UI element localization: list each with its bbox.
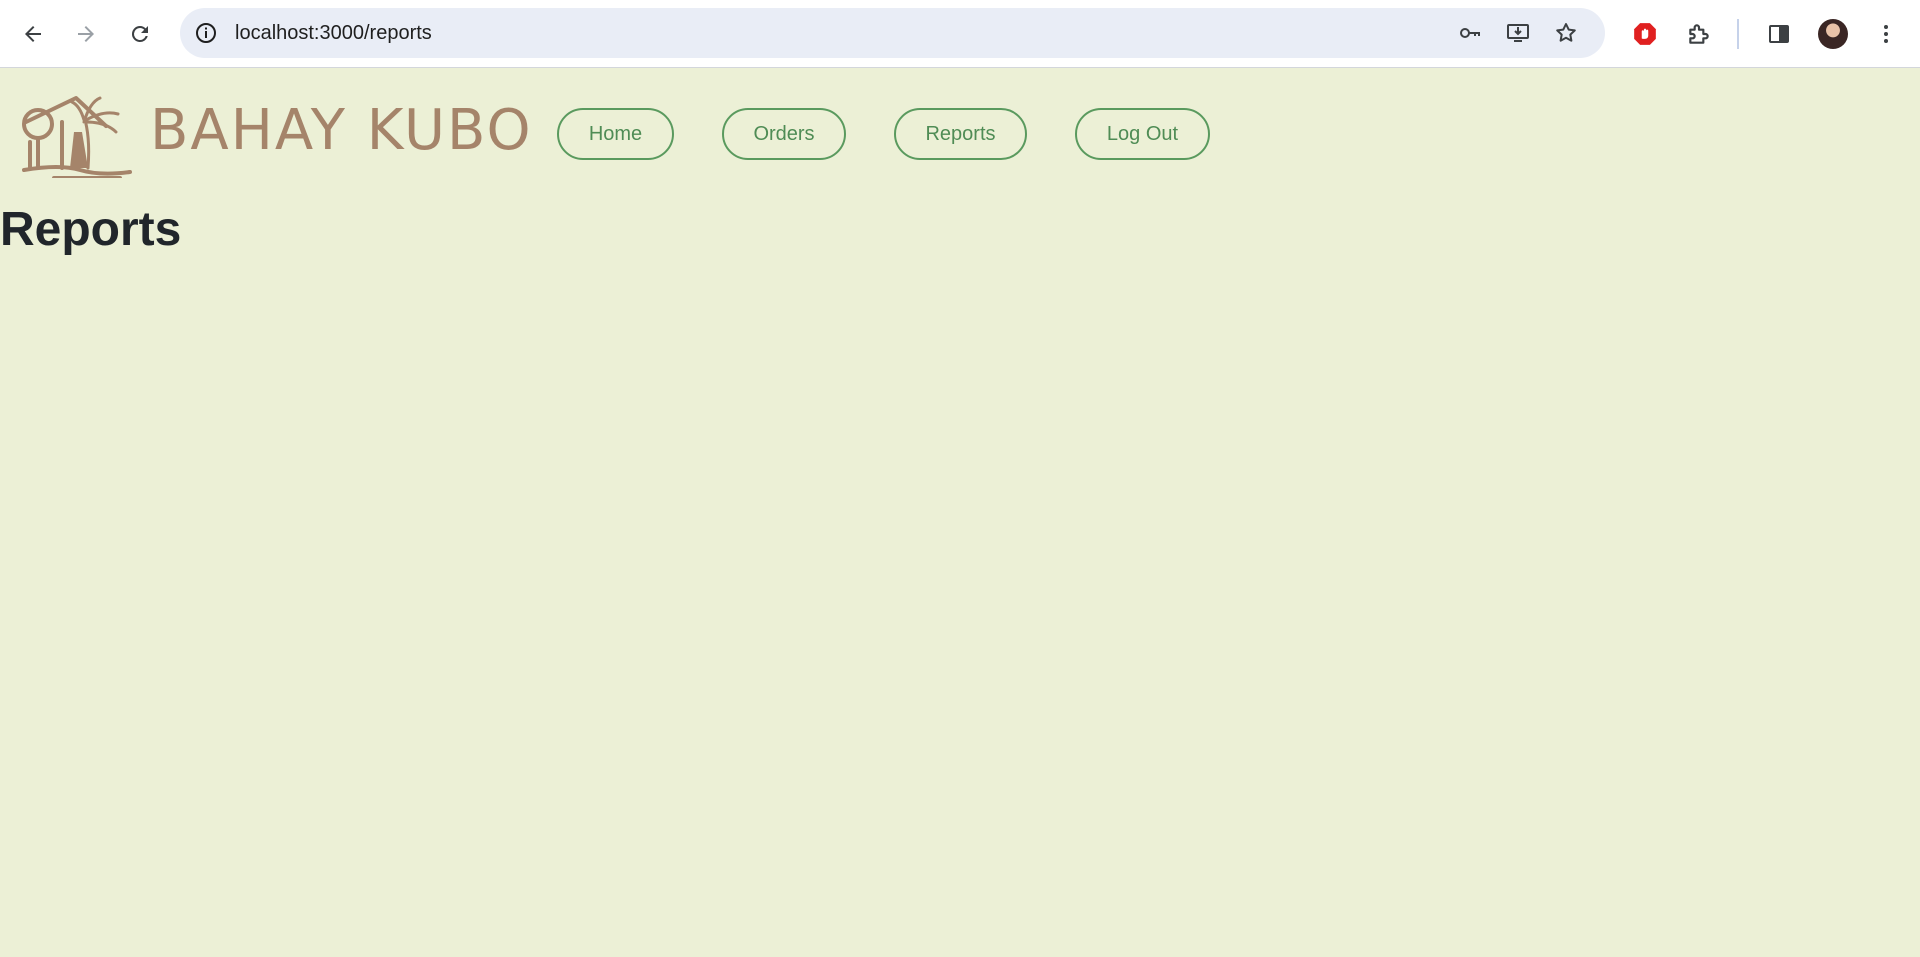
profile-avatar[interactable] xyxy=(1818,19,1848,49)
url-text[interactable]: localhost:3000/reports xyxy=(235,8,432,58)
password-key-icon[interactable] xyxy=(1458,21,1482,45)
bahay-kubo-logo-icon[interactable] xyxy=(20,92,135,178)
side-panel-icon xyxy=(1769,25,1789,43)
extensions-button[interactable] xyxy=(1685,20,1713,48)
side-panel-button[interactable] xyxy=(1765,20,1793,48)
menu-icon xyxy=(1884,25,1888,43)
browser-menu-button[interactable] xyxy=(1872,20,1900,48)
nav-reports-button[interactable]: Reports xyxy=(894,108,1027,160)
nav-logout-button[interactable]: Log Out xyxy=(1075,108,1210,160)
nav-orders-button[interactable]: Orders xyxy=(722,108,846,160)
adblock-extension-button[interactable] xyxy=(1631,20,1659,48)
adblock-icon xyxy=(1634,23,1656,45)
back-icon xyxy=(25,26,41,42)
back-button[interactable] xyxy=(13,14,53,54)
toolbar-divider xyxy=(1737,19,1739,49)
bookmark-star-icon[interactable] xyxy=(1554,21,1578,45)
browser-toolbar: localhost:3000/reports xyxy=(0,0,1920,68)
install-app-icon[interactable] xyxy=(1506,21,1530,45)
forward-icon xyxy=(78,26,94,42)
reload-button[interactable] xyxy=(120,14,160,54)
address-bar[interactable]: localhost:3000/reports xyxy=(180,8,1605,58)
site-info-icon[interactable] xyxy=(194,21,218,45)
page-title: Reports xyxy=(0,203,182,256)
brand-name[interactable]: BAHAY KUBO xyxy=(150,96,533,166)
forward-button[interactable] xyxy=(66,14,106,54)
nav-home-button[interactable]: Home xyxy=(557,108,674,160)
reload-icon xyxy=(131,25,148,42)
extensions-icon xyxy=(1689,24,1709,44)
